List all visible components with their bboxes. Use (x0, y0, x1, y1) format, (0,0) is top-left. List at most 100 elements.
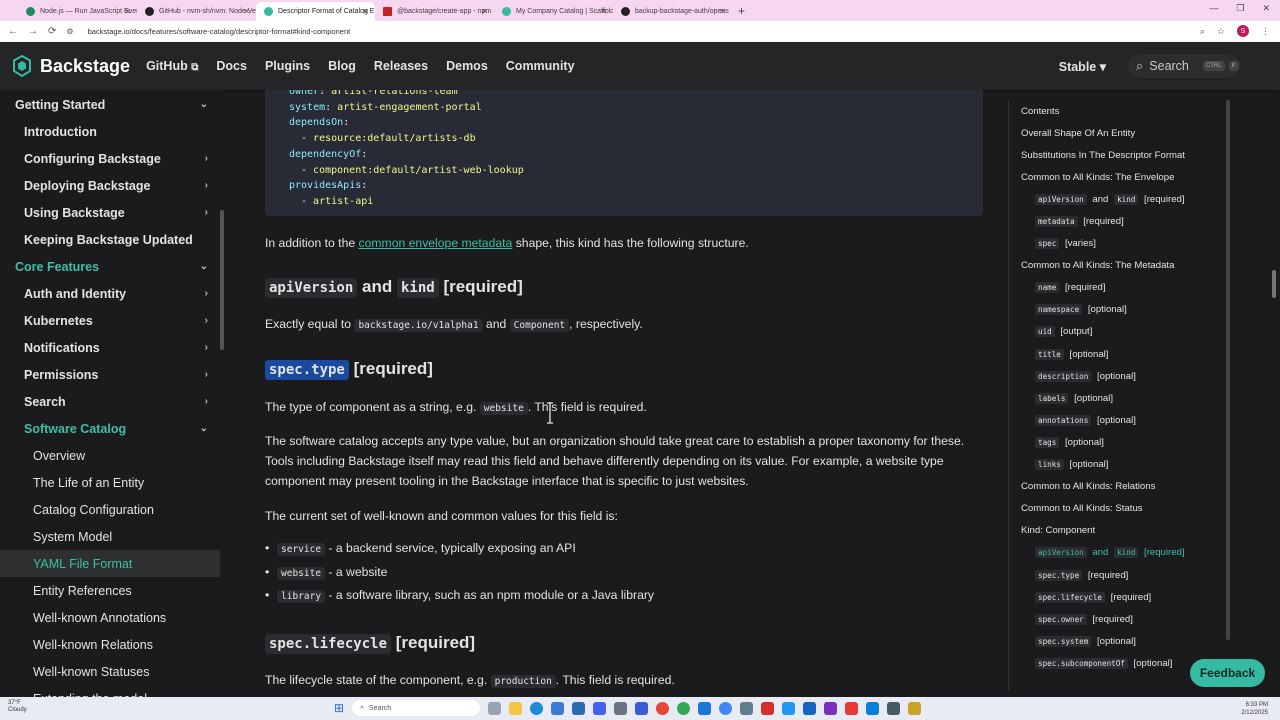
new-tab-button[interactable]: + (738, 4, 745, 18)
sidebar-item-keeping-backstage-updated[interactable]: Keeping Backstage Updated (0, 226, 220, 253)
toc-link[interactable]: spec [varies] (1021, 233, 1228, 255)
feedback-button[interactable]: Feedback (1190, 659, 1265, 687)
tab-close-icon[interactable]: ✕ (124, 7, 131, 16)
browser-tab[interactable]: Node.js — Run JavaScript Every ✕ (18, 2, 137, 21)
app-icon[interactable] (593, 701, 607, 715)
url-field[interactable]: backstage.io/docs/features/software-cata… (88, 27, 351, 36)
version-dropdown[interactable]: Stable ▾ (1059, 59, 1106, 74)
heading-spec-lifecycle[interactable]: spec.lifecycle [required] (265, 633, 475, 654)
sidebar-item-system-model[interactable]: System Model (0, 523, 220, 550)
tab-close-icon[interactable]: ✕ (719, 7, 726, 16)
sidebar-item-well-known-relations[interactable]: Well-known Relations (0, 631, 220, 658)
sidebar-item-well-known-statuses[interactable]: Well-known Statuses (0, 658, 220, 685)
app-icon[interactable] (887, 701, 901, 715)
minimize-icon[interactable]: — (1209, 3, 1218, 14)
app-icon[interactable] (698, 701, 712, 715)
sidebar-item-catalog-configuration[interactable]: Catalog Configuration (0, 496, 220, 523)
toc-link[interactable]: Substitutions In The Descriptor Format (1021, 144, 1228, 166)
toc-link[interactable]: description [optional] (1021, 365, 1228, 387)
chrome-icon[interactable] (677, 701, 691, 715)
browser-menu-icon[interactable]: ⋮ (1261, 26, 1270, 37)
toc-link[interactable]: Kind: Component (1021, 520, 1228, 542)
tab-close-icon[interactable]: ✕ (362, 7, 369, 16)
sidebar-item-notifications[interactable]: Notifications › (0, 334, 220, 361)
sidebar-item-kubernetes[interactable]: Kubernetes › (0, 307, 220, 334)
chevron-right-icon[interactable]: › (205, 207, 208, 218)
nav-link-github[interactable]: GitHub ⧉ (146, 59, 198, 73)
chrome-icon[interactable] (656, 701, 670, 715)
app-icon[interactable] (761, 701, 775, 715)
app-icon[interactable] (803, 701, 817, 715)
toc-link[interactable]: spec.lifecycle [required] (1021, 586, 1228, 608)
page-scroll-thumb[interactable] (1272, 270, 1276, 298)
zoom-icon[interactable]: ⌕ (1200, 26, 1205, 37)
toc-link[interactable]: uid [output] (1021, 321, 1228, 343)
browser-tab[interactable]: GitHub - nvm-sh/nvm: Node Ve ✕ (137, 2, 256, 21)
heading-spec-type[interactable]: spec.type [required] (265, 359, 433, 380)
sidebar-item-extending-the-model[interactable]: Extending the model (0, 685, 220, 698)
heading-apiversion-kind[interactable]: apiVersion and kind [required] (265, 277, 523, 298)
sidebar-item-the-life-of-an-entity[interactable]: The Life of an Entity (0, 469, 220, 496)
nav-link-blog[interactable]: Blog (328, 59, 356, 73)
sidebar-item-core-features[interactable]: Core Features ⌄ (0, 253, 220, 280)
chevron-right-icon[interactable]: › (205, 288, 208, 299)
sidebar-item-permissions[interactable]: Permissions › (0, 361, 220, 388)
app-icon[interactable] (614, 701, 628, 715)
sidebar-item-software-catalog[interactable]: Software Catalog ⌄ (0, 415, 220, 442)
store-icon[interactable] (551, 701, 565, 715)
chevron-right-icon[interactable]: › (205, 369, 208, 380)
browser-tab[interactable]: My Company Catalog | Scaffold ✕ (494, 2, 613, 21)
sidebar-item-entity-references[interactable]: Entity References (0, 577, 220, 604)
browser-tab[interactable]: backup-backstage-auth/opens ✕ (613, 2, 732, 21)
toc-link[interactable]: Common to All Kinds: Status (1021, 498, 1228, 520)
tab-close-icon[interactable]: ✕ (243, 7, 250, 16)
nav-link-community[interactable]: Community (506, 59, 575, 73)
sidebar-item-using-backstage[interactable]: Using Backstage › (0, 199, 220, 226)
toc-link[interactable]: Common to All Kinds: The Metadata (1021, 255, 1228, 277)
sidebar-item-configuring-backstage[interactable]: Configuring Backstage › (0, 145, 220, 172)
app-icon[interactable] (782, 701, 796, 715)
chrome-active-icon[interactable] (719, 701, 733, 715)
toc-link[interactable]: spec.type [required] (1021, 564, 1228, 586)
sidebar-item-introduction[interactable]: Introduction (0, 118, 220, 145)
browser-tab[interactable]: @backstage/create-app - npm ✕ (375, 2, 494, 21)
app-icon[interactable] (572, 701, 586, 715)
toc-link[interactable]: spec.system [optional] (1021, 630, 1228, 652)
file-explorer-icon[interactable] (509, 701, 523, 715)
app-icon[interactable] (740, 701, 754, 715)
toc-link[interactable]: Common to All Kinds: Relations (1021, 476, 1228, 498)
bookmark-star-icon[interactable]: ☆ (1217, 26, 1225, 37)
browser-tab[interactable]: Descriptor Format of Catalog E ✕ (256, 2, 375, 21)
chevron-down-icon[interactable]: ⌄ (200, 261, 208, 272)
sidebar-item-search[interactable]: Search › (0, 388, 220, 415)
toc-link[interactable]: metadata [required] (1021, 210, 1228, 232)
tab-close-icon[interactable]: ✕ (481, 7, 488, 16)
toc-link[interactable]: Common to All Kinds: The Envelope (1021, 166, 1228, 188)
chevron-down-icon[interactable]: ⌄ (200, 423, 208, 434)
tab-close-icon[interactable]: ✕ (600, 7, 607, 16)
toc-link[interactable]: spec.owner [required] (1021, 608, 1228, 630)
search-button[interactable]: ⌕ Search CTRL K (1128, 54, 1240, 78)
nav-link-plugins[interactable]: Plugins (265, 59, 310, 73)
vscode-icon[interactable] (866, 701, 880, 715)
sidebar-item-yaml-file-format[interactable]: YAML File Format (0, 550, 220, 577)
sidebar-item-auth-and-identity[interactable]: Auth and Identity › (0, 280, 220, 307)
toc-scrollbar[interactable] (1226, 100, 1230, 640)
weather-widget[interactable]: 37°F Cloudy (8, 700, 27, 714)
common-envelope-link[interactable]: common envelope metadata (359, 236, 513, 250)
nav-link-releases[interactable]: Releases (374, 59, 428, 73)
task-view-icon[interactable] (488, 701, 502, 715)
toc-link[interactable]: links [optional] (1021, 454, 1228, 476)
chevron-right-icon[interactable]: › (205, 342, 208, 353)
sidebar-item-overview[interactable]: Overview (0, 442, 220, 469)
maximize-icon[interactable]: ❐ (1236, 3, 1244, 14)
reload-icon[interactable]: ⟳ (48, 26, 56, 37)
onenote-icon[interactable] (824, 701, 838, 715)
nav-link-demos[interactable]: Demos (446, 59, 488, 73)
toc-link[interactable]: title [optional] (1021, 343, 1228, 365)
close-icon[interactable]: ✕ (1262, 3, 1270, 14)
toc-link[interactable]: name [required] (1021, 277, 1228, 299)
profile-avatar[interactable]: S (1237, 25, 1249, 37)
sidebar-item-getting-started[interactable]: Getting Started ⌄ (0, 91, 220, 118)
chevron-right-icon[interactable]: › (205, 396, 208, 407)
